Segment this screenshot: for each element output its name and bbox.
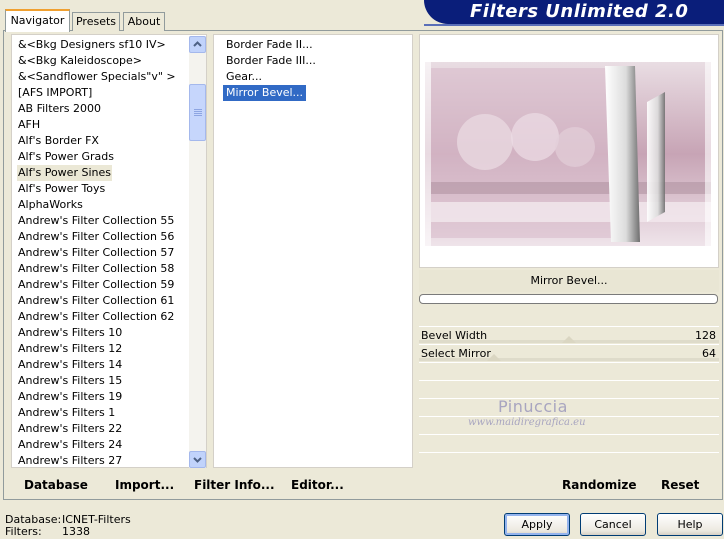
status-filters-label: Filters: bbox=[5, 525, 42, 538]
import-button[interactable]: Import... bbox=[115, 476, 174, 494]
param-empty-row bbox=[419, 452, 719, 469]
status-filters-value: 1338 bbox=[62, 525, 90, 538]
watermark-url: www.maidiregrafica.eu bbox=[468, 417, 586, 428]
scroll-up-button[interactable] bbox=[189, 36, 206, 53]
filter-category-item[interactable]: AB Filters 2000 bbox=[17, 101, 102, 117]
title-stripe bbox=[424, 24, 724, 26]
database-button[interactable]: Database bbox=[24, 476, 88, 494]
help-button[interactable]: Help bbox=[657, 513, 723, 536]
chevron-up-icon bbox=[193, 41, 202, 47]
filter-list-scrollbar[interactable] bbox=[189, 36, 206, 468]
effect-list[interactable]: Border Fade II... Border Fade III... Gea… bbox=[213, 34, 413, 468]
filter-category-item[interactable]: Andrew's Filters 27 bbox=[17, 453, 123, 467]
filter-category-item[interactable]: Andrew's Filters 10 bbox=[17, 325, 123, 341]
filter-category-item[interactable]: &<Bkg Designers sf10 IV> bbox=[17, 37, 167, 53]
preview-image bbox=[425, 62, 711, 246]
apply-button[interactable]: Apply bbox=[504, 513, 570, 536]
slider-thumb[interactable] bbox=[487, 354, 501, 361]
scroll-thumb[interactable] bbox=[189, 84, 206, 141]
tab-navigator[interactable]: Navigator bbox=[5, 9, 70, 32]
filter-category-item[interactable]: Andrew's Filter Collection 55 bbox=[17, 213, 175, 229]
effect-item[interactable]: Gear... bbox=[223, 69, 265, 85]
app-title: Filters Unlimited 2.0 bbox=[470, 1, 689, 22]
current-filter-name: Mirror Bevel... bbox=[419, 270, 719, 292]
randomize-button[interactable]: Randomize bbox=[562, 476, 636, 494]
filter-info-button[interactable]: Filter Info... bbox=[194, 476, 275, 494]
filter-category-item[interactable]: Andrew's Filters 19 bbox=[17, 389, 123, 405]
filter-category-item[interactable]: Andrew's Filters 1 bbox=[17, 405, 116, 421]
filter-category-item[interactable]: [AFS IMPORT] bbox=[17, 85, 93, 101]
chevron-down-icon bbox=[193, 457, 202, 463]
param-empty-row bbox=[419, 398, 719, 415]
watermark-title: Pinuccia bbox=[498, 397, 568, 416]
param-select-mirror[interactable]: Select Mirror 64 bbox=[419, 344, 719, 361]
filter-category-item[interactable]: Alf's Power Grads bbox=[17, 149, 115, 165]
filter-category-item[interactable]: Andrew's Filters 12 bbox=[17, 341, 123, 357]
filter-category-item[interactable]: &<Bkg Kaleidoscope> bbox=[17, 53, 143, 69]
param-empty-row bbox=[419, 380, 719, 397]
param-bevel-width[interactable]: Bevel Width 128 bbox=[419, 326, 719, 343]
tab-about[interactable]: About bbox=[123, 12, 165, 31]
filter-category-item[interactable]: AlphaWorks bbox=[17, 197, 84, 213]
filter-category-list[interactable]: &<Bkg Designers sf10 IV> &<Bkg Kaleidosco… bbox=[11, 34, 207, 468]
filter-category-item[interactable]: Alf's Power Toys bbox=[17, 181, 106, 197]
effect-item[interactable]: Border Fade II... bbox=[223, 37, 316, 53]
filter-category-item[interactable]: Andrew's Filters 22 bbox=[17, 421, 123, 437]
progress-bar bbox=[419, 294, 718, 304]
tab-presets[interactable]: Presets bbox=[72, 12, 120, 31]
slider-thumb[interactable] bbox=[562, 336, 576, 343]
effect-item[interactable]: Border Fade III... bbox=[223, 53, 319, 69]
scroll-down-button[interactable] bbox=[189, 451, 206, 468]
slider-track[interactable] bbox=[419, 358, 719, 361]
filter-category-item-selected[interactable]: Alf's Power Sines bbox=[17, 165, 112, 181]
filter-category-item[interactable]: Alf's Border FX bbox=[17, 133, 100, 149]
cancel-button[interactable]: Cancel bbox=[580, 513, 646, 536]
filter-category-item[interactable]: AFH bbox=[17, 117, 41, 133]
filter-category-item[interactable]: Andrew's Filters 15 bbox=[17, 373, 123, 389]
filter-category-item[interactable]: Andrew's Filter Collection 62 bbox=[17, 309, 175, 325]
filter-category-item[interactable]: Andrew's Filter Collection 58 bbox=[17, 261, 175, 277]
filter-category-item[interactable]: Andrew's Filters 24 bbox=[17, 437, 123, 453]
filter-category-item[interactable]: Andrew's Filter Collection 57 bbox=[17, 245, 175, 261]
thumb-grip-icon bbox=[194, 109, 202, 110]
filter-category-item[interactable]: Andrew's Filters 14 bbox=[17, 357, 123, 373]
filter-category-item[interactable]: &<Sandflower Specials"v" > bbox=[17, 69, 177, 85]
param-empty-row bbox=[419, 362, 719, 379]
filter-category-item[interactable]: Andrew's Filter Collection 56 bbox=[17, 229, 175, 245]
reset-button[interactable]: Reset bbox=[661, 476, 699, 494]
filter-category-item[interactable]: Andrew's Filter Collection 61 bbox=[17, 293, 175, 309]
effect-item-selected[interactable]: Mirror Bevel... bbox=[223, 85, 307, 101]
param-empty-row bbox=[419, 434, 719, 451]
editor-button[interactable]: Editor... bbox=[291, 476, 344, 494]
filter-category-item[interactable]: Andrew's Filter Collection 59 bbox=[17, 277, 175, 293]
